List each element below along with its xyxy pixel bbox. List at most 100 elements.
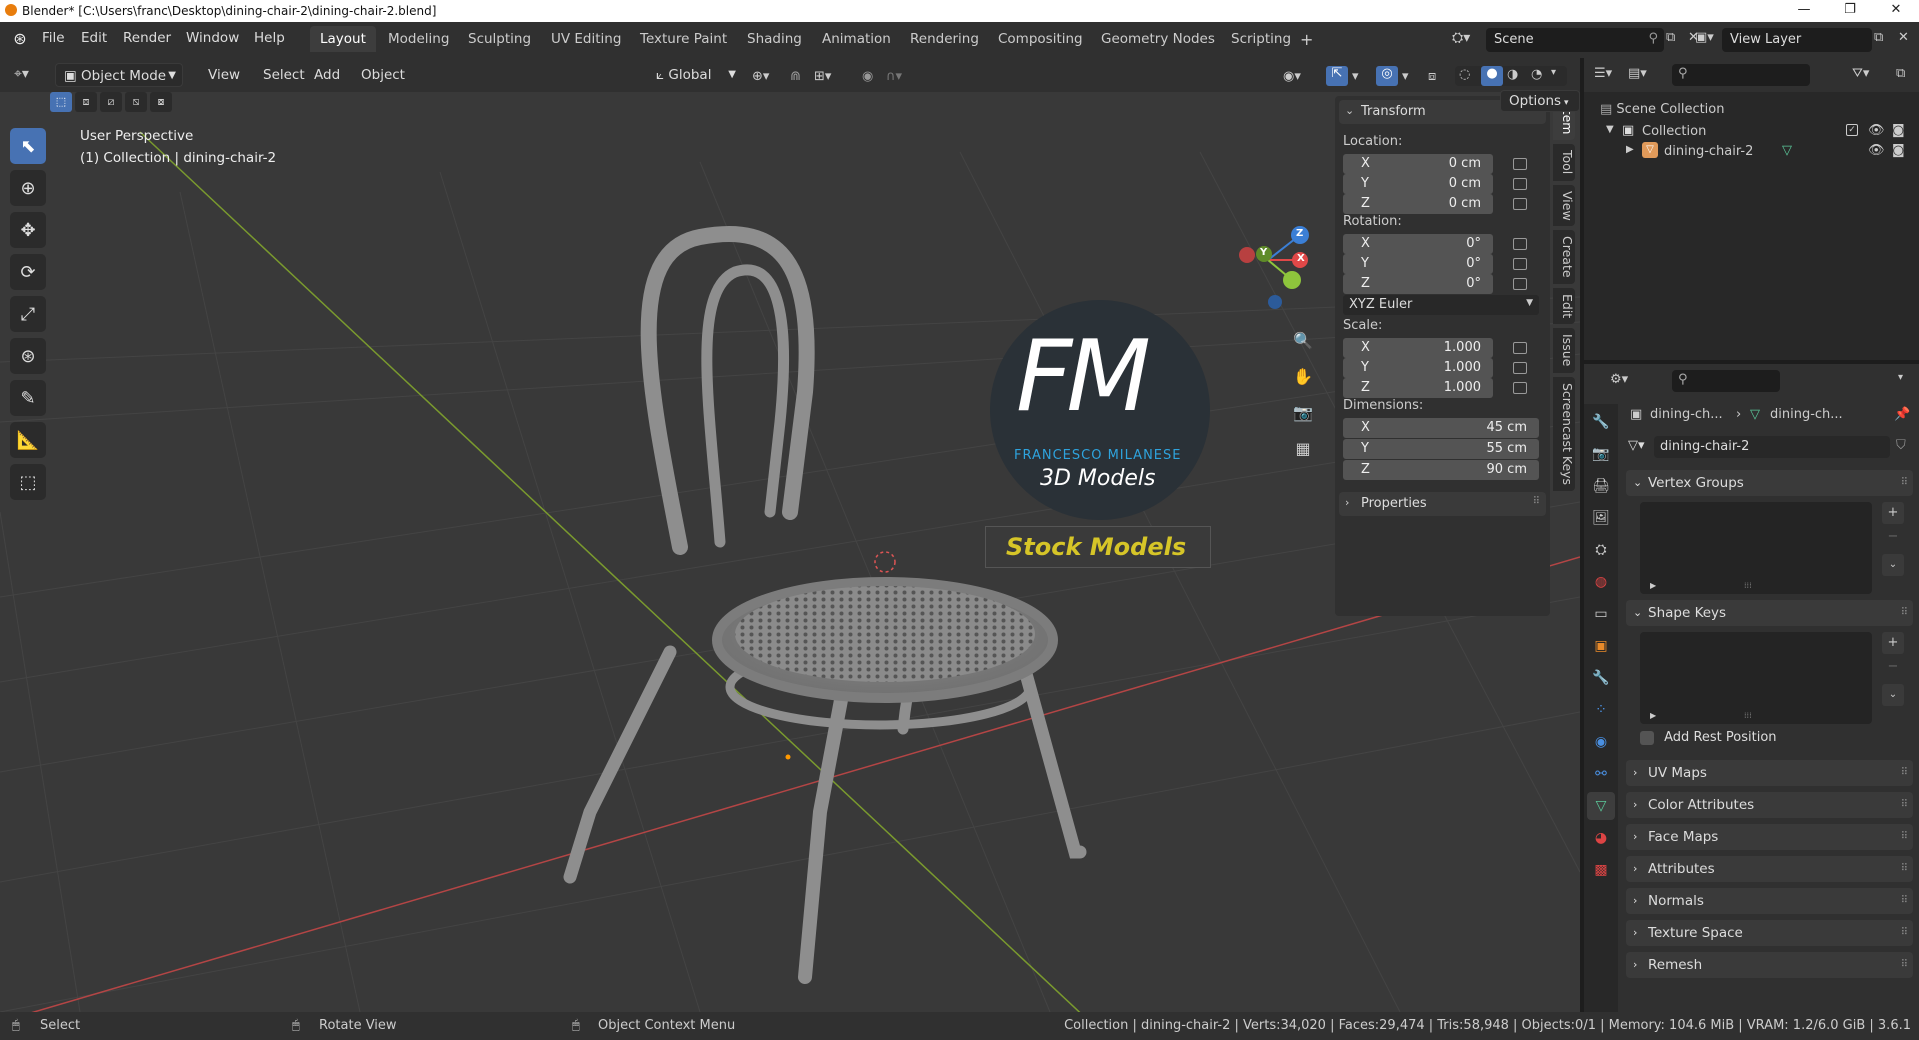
mesh-name-field[interactable]: dining-chair-2 [1654, 436, 1890, 458]
transform-tool[interactable]: ⊛ [10, 338, 46, 374]
vertex-group-specials-button[interactable]: ⌄ [1882, 554, 1904, 576]
mesh-browse-icon[interactable]: ▽▾ [1628, 438, 1645, 453]
shape-key-specials-button[interactable]: ⌄ [1882, 684, 1904, 706]
location-y-field[interactable]: Y 0 cm [1343, 174, 1493, 194]
falloff-icon[interactable]: ∩▾ [886, 69, 902, 84]
sidebar-tab-issue[interactable]: Issue [1553, 328, 1575, 373]
overlay-menu-icon[interactable]: ▾ [1402, 69, 1409, 84]
sidebar-tab-create[interactable]: Create [1553, 230, 1575, 284]
collection-tab[interactable]: ▭ [1587, 600, 1615, 628]
new-view-layer-icon[interactable]: ⧉ [1874, 30, 1883, 45]
rotation-z-field[interactable]: Z 0° [1343, 274, 1493, 294]
select-subtract-icon[interactable]: ⧄ [100, 92, 122, 112]
minimize-button[interactable]: — [1781, 0, 1827, 22]
resize-handle-icon[interactable]: ⁞⁞⁞ [1744, 711, 1752, 720]
tab-sculpting[interactable]: Sculpting [458, 26, 541, 52]
chevron-right-icon[interactable]: ▶ [1626, 144, 1634, 155]
mesh-data-icon[interactable]: ▽ [1782, 143, 1792, 158]
rotation-y-field[interactable]: Y 0° [1343, 254, 1493, 274]
drag-handle-icon[interactable]: ⠿ [1901, 856, 1908, 882]
fake-user-shield-icon[interactable]: ⛉ [1896, 438, 1906, 453]
close-button[interactable]: ✕ [1873, 0, 1919, 22]
measure-tool[interactable]: 📐 [10, 422, 46, 458]
snap-icon[interactable]: ⋒ [790, 69, 801, 84]
menu-render[interactable]: Render [123, 30, 171, 46]
lock-icon[interactable] [1513, 342, 1527, 354]
editor-type-icon[interactable]: ⌖▾ [14, 66, 29, 82]
gizmo-toggle-icon[interactable]: ⇱ [1326, 66, 1348, 86]
scene-selector-icon[interactable]: ⛭▾ [1452, 30, 1470, 46]
constraints-tab[interactable]: ⚯ [1587, 760, 1615, 788]
options-button[interactable]: Options ▾ [1500, 90, 1580, 112]
new-scene-icon[interactable]: ⧉ [1666, 30, 1675, 45]
gizmo-menu-icon[interactable]: ▾ [1352, 69, 1359, 84]
vertex-groups-panel[interactable]: ⌄ Vertex Groups ⠿ [1626, 470, 1913, 496]
sidebar-tab-screencast-keys[interactable]: Screencast Keys [1553, 376, 1575, 491]
view-layer-tab[interactable]: 🖼 [1587, 504, 1615, 532]
shading-menu-icon[interactable]: ▾ [1551, 67, 1556, 78]
solid-shading-icon[interactable]: ● [1481, 66, 1503, 86]
lock-icon[interactable] [1513, 382, 1527, 394]
scene-tab[interactable]: ⛭ [1587, 536, 1615, 564]
add-vertex-group-button[interactable]: + [1882, 502, 1904, 524]
filter-icon[interactable]: ⛛▾ [1852, 66, 1869, 81]
mode-selector[interactable]: ▣ Object Mode ▼ [55, 63, 183, 87]
camera-render-icon[interactable]: ◙ [1892, 143, 1905, 158]
pin-icon[interactable]: 📌 [1894, 407, 1910, 422]
add-workspace-icon[interactable]: + [1300, 30, 1313, 49]
remove-vertex-group-button[interactable]: − [1882, 526, 1904, 548]
lock-icon[interactable] [1513, 278, 1527, 290]
menu-help[interactable]: Help [254, 30, 285, 46]
camera-render-icon[interactable]: ◙ [1892, 123, 1905, 138]
menu-file[interactable]: File [42, 30, 65, 46]
output-tab[interactable]: 🖨 [1587, 472, 1615, 500]
uv-maps-panel[interactable]: › UV Maps ⠿ [1626, 760, 1913, 786]
rotation-x-field[interactable]: X 0° [1343, 234, 1493, 254]
particles-tab[interactable]: ⁘ [1587, 696, 1615, 724]
maximize-button[interactable]: ❐ [1827, 0, 1873, 22]
menu-select[interactable]: Select [255, 63, 313, 87]
scale-y-field[interactable]: Y 1.000 [1343, 358, 1493, 378]
properties-editor-icon[interactable]: ⚙▾ [1610, 372, 1628, 387]
menu-add[interactable]: Add [306, 63, 348, 87]
view-layer-icon[interactable]: ▣▾ [1695, 30, 1714, 45]
3d-cursor-icon[interactable] [874, 551, 896, 573]
rotation-mode-dropdown[interactable]: XYZ Euler ▼ [1343, 295, 1539, 315]
grid-ortho-icon[interactable]: ▦ [1290, 436, 1316, 462]
delete-view-layer-icon[interactable]: ✕ [1898, 30, 1909, 45]
outliner-search-input[interactable]: ⚲ [1672, 64, 1810, 86]
rendered-shading-icon[interactable]: ◔ [1531, 67, 1542, 82]
world-tab[interactable]: ◍ [1587, 568, 1615, 596]
tab-geometry-nodes[interactable]: Geometry Nodes [1091, 26, 1225, 52]
outliner-row-collection[interactable]: ▼ ▣ Collection ✓ 👁 ◙ [1584, 122, 1919, 142]
menu-object[interactable]: Object [353, 63, 413, 87]
tab-uv-editing[interactable]: UV Editing [541, 26, 631, 52]
3d-viewport[interactable]: Z X Y ⬉ ⊕ ✥ ⟳ ⤢ ⊛ ✎ 📐 ⬚ User Perspective… [0, 92, 1580, 1012]
eye-icon[interactable]: 👁 [1868, 123, 1885, 138]
tab-shading[interactable]: Shading [737, 26, 812, 52]
proportional-edit-icon[interactable]: ◉ [862, 69, 873, 84]
xray-icon[interactable]: ⧈ [1428, 69, 1436, 84]
render-tab[interactable]: 📷 [1587, 440, 1615, 468]
sidebar-tab-view[interactable]: View [1553, 184, 1575, 227]
display-mode-icon[interactable]: ▤▾ [1628, 66, 1647, 81]
remove-shape-key-button[interactable]: − [1882, 656, 1904, 678]
normals-panel[interactable]: › Normals ⠿ [1626, 888, 1913, 914]
pivot-icon[interactable]: ⊕▾ [752, 69, 769, 84]
lock-icon[interactable] [1513, 158, 1527, 170]
outliner-row-object[interactable]: ▶ ▽ dining-chair-2 ▽ 👁 ◙ [1584, 142, 1919, 162]
cursor-tool[interactable]: ⊕ [10, 170, 46, 206]
select-invert-icon[interactable]: ⧅ [125, 92, 147, 112]
select-extend-icon[interactable]: ⧈ [75, 92, 97, 112]
vertex-groups-list[interactable]: ▶ ⁞⁞⁞ [1640, 502, 1872, 594]
location-z-field[interactable]: Z 0 cm [1343, 194, 1493, 214]
visibility-icon[interactable]: ◉▾ [1283, 69, 1301, 84]
menu-view[interactable]: View [200, 63, 248, 87]
face-maps-panel[interactable]: › Face Maps ⠿ [1626, 824, 1913, 850]
expand-icon[interactable]: ▶ [1650, 581, 1656, 590]
menu-edit[interactable]: Edit [81, 30, 107, 46]
drag-handle-icon[interactable]: ⠿ [1533, 496, 1540, 507]
camera-icon[interactable]: 📷 [1290, 400, 1316, 426]
exclude-checkbox[interactable]: ✓ [1846, 124, 1858, 136]
tab-scripting[interactable]: Scripting [1221, 26, 1301, 52]
